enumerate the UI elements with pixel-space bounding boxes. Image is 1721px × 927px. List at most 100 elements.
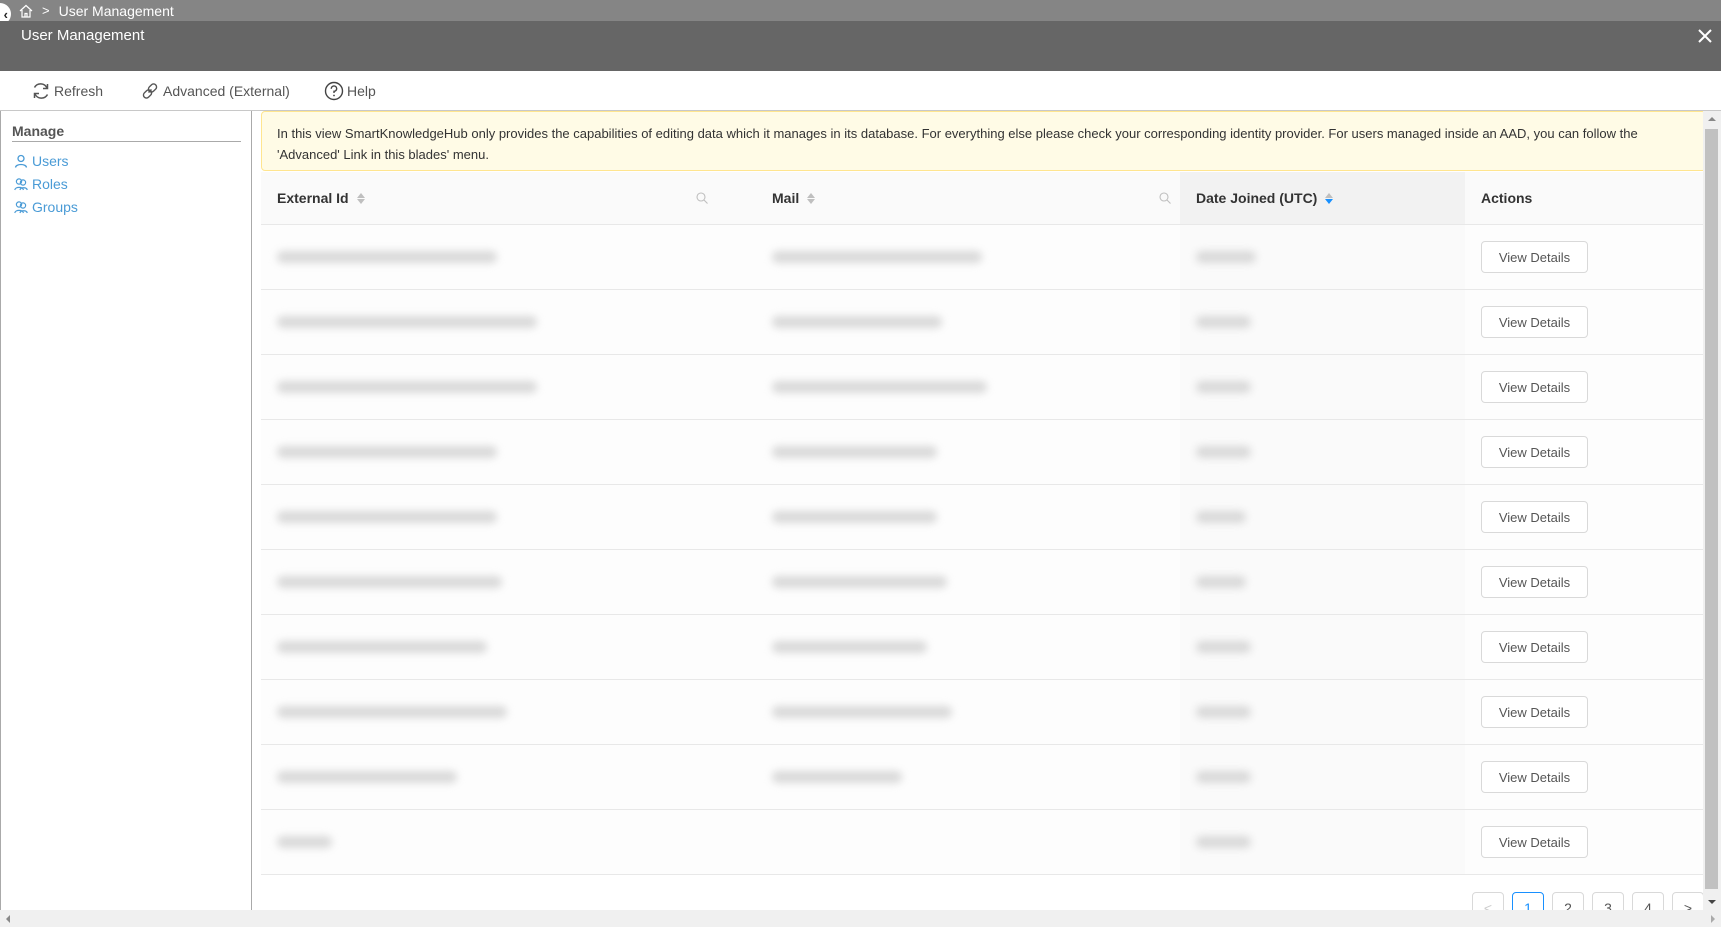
table-row: [redacted] [redacted] [redacted] View Detai…: [261, 485, 1703, 550]
table-row: [redacted] [redacted] [redacted] View Detai…: [261, 290, 1703, 355]
mail-cell: [redacted]: [772, 446, 937, 458]
page-title: User Management: [21, 27, 145, 44]
user-icon: [14, 154, 28, 168]
breadcrumb-separator: >: [42, 3, 50, 18]
date-joined-cell: [redacted]: [1196, 381, 1251, 393]
column-header-actions: Actions: [1481, 172, 1532, 224]
mail-cell: [redacted]: [772, 771, 902, 783]
link-icon: [142, 83, 158, 99]
users-table: External Id Mail Date Joined (UTC) Actio…: [261, 172, 1703, 875]
view-details-button[interactable]: View Details: [1481, 826, 1588, 858]
table-header: External Id Mail Date Joined (UTC) Actio…: [261, 172, 1703, 225]
next-page-button[interactable]: >: [1672, 892, 1703, 910]
external-id-cell: [redacted]: [277, 251, 497, 263]
column-header-date-joined[interactable]: Date Joined (UTC): [1180, 172, 1465, 224]
mail-cell: [redacted]: [772, 381, 987, 393]
breadcrumb-bar: ‹ > User Management: [0, 0, 1721, 25]
refresh-button[interactable]: Refresh: [31, 81, 103, 101]
column-label: Actions: [1481, 190, 1533, 206]
external-id-cell: [redacted]: [277, 771, 457, 783]
date-joined-cell: [redacted]: [1196, 251, 1256, 263]
scroll-thumb[interactable]: [1705, 129, 1718, 889]
sort-descending-icon[interactable]: [1325, 192, 1334, 204]
column-label: External Id: [277, 190, 349, 206]
toolbar: Refresh Advanced (External) Help: [0, 71, 1721, 111]
chevron-left-icon: ‹: [3, 6, 8, 22]
refresh-icon: [33, 83, 49, 99]
view-details-button[interactable]: View Details: [1481, 306, 1588, 338]
page-button-4[interactable]: 4: [1632, 892, 1664, 910]
horizontal-scrollbar[interactable]: [0, 910, 1721, 927]
external-id-cell: [redacted]: [277, 576, 502, 588]
sidebar-item-label: Roles: [32, 176, 68, 192]
column-label: Mail: [772, 190, 800, 206]
view-details-button[interactable]: View Details: [1481, 501, 1588, 533]
scroll-right-icon[interactable]: [1711, 915, 1715, 923]
sidebar-item-groups[interactable]: Groups: [14, 199, 78, 215]
external-id-cell: [redacted]: [277, 836, 332, 848]
page-button-1[interactable]: 1: [1512, 892, 1544, 910]
info-banner: In this view SmartKnowledgeHub only prov…: [261, 111, 1703, 171]
vertical-scrollbar[interactable]: [1703, 111, 1721, 910]
advanced-external-button[interactable]: Advanced (External): [140, 81, 290, 101]
advanced-external-label: Advanced (External): [163, 83, 290, 99]
table-row: [redacted] [redacted] [redacted] View Detai…: [261, 355, 1703, 420]
breadcrumb-current: User Management: [58, 2, 174, 19]
column-header-mail[interactable]: Mail: [772, 172, 816, 224]
home-icon[interactable]: [18, 3, 34, 19]
mail-cell: [redacted]: [772, 706, 952, 718]
mail-cell: [redacted]: [772, 641, 927, 653]
help-icon: [324, 81, 344, 101]
sidebar-item-label: Users: [32, 153, 69, 169]
page-button-2[interactable]: 2: [1552, 892, 1584, 910]
page-button-3[interactable]: 3: [1592, 892, 1624, 910]
date-joined-cell: [redacted]: [1196, 511, 1246, 523]
date-joined-cell: [redacted]: [1196, 316, 1251, 328]
table-row: [redacted] [redacted] View Details: [261, 810, 1703, 875]
date-joined-cell: [redacted]: [1196, 836, 1251, 848]
table-row: [redacted] [redacted] [redacted] View Detai…: [261, 420, 1703, 485]
external-id-cell: [redacted]: [277, 706, 507, 718]
view-details-button[interactable]: View Details: [1481, 371, 1588, 403]
close-icon[interactable]: [1695, 26, 1715, 46]
table-body: [redacted] [redacted] [redacted] View Detai…: [261, 225, 1703, 875]
scroll-down-icon[interactable]: [1708, 900, 1716, 904]
sidebar-item-users[interactable]: Users: [14, 153, 69, 169]
view-details-button[interactable]: View Details: [1481, 696, 1588, 728]
scroll-up-icon[interactable]: [1708, 117, 1716, 121]
external-id-cell: [redacted]: [277, 446, 497, 458]
help-button[interactable]: Help: [324, 81, 376, 101]
table-row: [redacted] [redacted] [redacted] View Detai…: [261, 615, 1703, 680]
external-id-cell: [redacted]: [277, 511, 497, 523]
scroll-left-icon[interactable]: [6, 915, 10, 923]
mail-cell: [redacted]: [772, 316, 942, 328]
external-id-cell: [redacted]: [277, 381, 537, 393]
sidebar: Manage Users Roles Groups: [0, 111, 252, 910]
column-label: Date Joined (UTC): [1196, 190, 1318, 206]
users-icon: [14, 201, 28, 214]
main-content: In this view SmartKnowledgeHub only prov…: [252, 111, 1703, 910]
sidebar-item-roles[interactable]: Roles: [14, 176, 68, 192]
date-joined-cell: [redacted]: [1196, 771, 1251, 783]
search-icon[interactable]: [695, 191, 709, 205]
external-id-cell: [redacted]: [277, 641, 487, 653]
table-row: [redacted] [redacted] [redacted] View Detai…: [261, 550, 1703, 615]
view-details-button[interactable]: View Details: [1481, 241, 1588, 273]
view-details-button[interactable]: View Details: [1481, 566, 1588, 598]
pagination: < 1 2 3 4 >: [252, 892, 1703, 910]
mail-cell: [redacted]: [772, 511, 937, 523]
sort-icon[interactable]: [356, 192, 365, 204]
sidebar-heading: Manage: [12, 123, 241, 142]
date-joined-cell: [redacted]: [1196, 446, 1251, 458]
mail-cell: [redacted]: [772, 576, 947, 588]
search-icon[interactable]: [1158, 191, 1172, 205]
sort-icon[interactable]: [807, 192, 816, 204]
view-details-button[interactable]: View Details: [1481, 631, 1588, 663]
prev-page-button[interactable]: <: [1472, 892, 1504, 910]
view-details-button[interactable]: View Details: [1481, 436, 1588, 468]
help-label: Help: [347, 83, 376, 99]
column-header-external-id[interactable]: External Id: [277, 172, 365, 224]
date-joined-cell: [redacted]: [1196, 576, 1246, 588]
breadcrumb: > User Management: [18, 2, 174, 19]
view-details-button[interactable]: View Details: [1481, 761, 1588, 793]
